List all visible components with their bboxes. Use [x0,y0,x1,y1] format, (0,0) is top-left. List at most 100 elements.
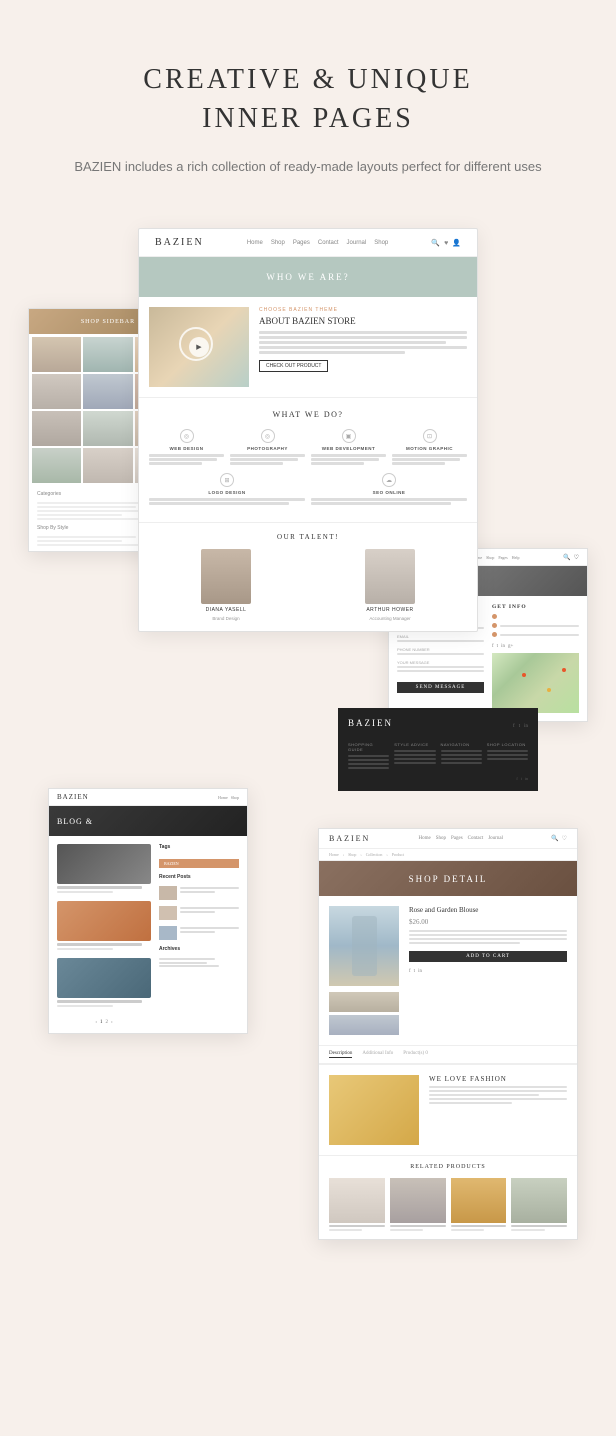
text-line [392,462,445,465]
related-product-price [451,1229,484,1231]
main-title: CREATIVE & UNIQUE INNER PAGES [74,60,541,138]
hero-text: WHO WE ARE? [266,272,349,282]
text-line [159,958,215,960]
talent-name-2: ARTHUR HOWER [366,607,413,613]
web-dev-icon: ▣ [342,429,356,443]
related-product-name [511,1225,567,1227]
get-info-title: GET INFO [492,604,579,610]
cta-button[interactable]: CHECK OUT PRODUCT [259,360,328,372]
related-product-price [511,1229,544,1231]
tab-reviews[interactable]: Product(s) 0 [403,1051,428,1058]
text-line [180,891,215,893]
archives-list [159,958,239,967]
shop-banner-text: SHOP SIDEBAR [81,319,135,325]
list-item [159,926,239,940]
footer-col-item [348,755,389,757]
lorem-lines [259,331,467,354]
about-image: ▶ [149,307,249,387]
footer-col-title: STYLE ADVICE [394,742,435,747]
list-item [511,1178,567,1231]
product-thumbnails [329,906,399,1035]
service-item-web-design: ◎ WEB DESIGN [149,429,224,465]
text-line [311,458,379,461]
footer-col-item [441,754,482,756]
what-we-do-section: WHAT WE DO? ◎ WEB DESIGN ◎ PHOTOGRAPHY [139,397,477,517]
text-line [149,462,202,465]
text-line [180,887,239,889]
shop-detail-nav-icons: 🔍 ♡ [551,835,567,842]
nav-link: Shop [271,240,285,246]
footer-col-item [487,758,528,760]
blog-post-title [57,886,142,889]
footer-social: f t in [513,724,528,729]
product-thumb-2 [329,1015,399,1035]
list-item [32,411,81,446]
related-product-image-3 [451,1178,507,1223]
blog-sidebar: Tags BAZIEN Recent Posts [159,844,239,1025]
related-products-grid [329,1178,567,1231]
service-desc [149,454,224,465]
blog-post-image-3 [57,958,151,998]
text-line [311,454,386,457]
talent-grid: DIANA YASELL Brand Design ARTHUR HOWER A… [149,549,467,621]
product-tabs: Description Additional Info Product(s) 0 [319,1045,577,1064]
about-heading: ABOUT BAZIEN STORE [259,316,467,326]
we-love-text: WE LOVE FASHION [429,1075,567,1145]
recent-post-thumb [159,926,177,940]
text-line [149,454,224,457]
blog-post-title [57,1000,142,1003]
text-line [259,351,405,354]
service-label: LOGO DESIGN [208,490,245,495]
text-line [259,331,467,334]
blog-nav: Home Shop [218,795,239,800]
text-line [230,458,298,461]
orange-dot [492,623,497,628]
field-label-message: YOUR MESSAGE [397,660,484,665]
footer-grid: SHOPPING GUIDE STYLE ADVICE NAVIGATION [348,742,528,771]
text-line [259,341,446,344]
blog-tag-button[interactable]: BAZIEN [159,859,239,868]
about-content: ▶ CHOOSE BAZIEN THEME ABOUT BAZIEN STORE… [139,297,477,397]
recent-post-lines [180,906,239,913]
field-line [397,640,484,642]
motion-icon: ⊡ [423,429,437,443]
list-item [57,958,151,1007]
blog-post-meta [57,1005,113,1007]
contact-field-email: EMAIL [397,634,484,642]
list-item [32,337,81,372]
nav-link: Contact [318,240,339,246]
text-line [259,336,467,339]
blog-post-title [57,943,142,946]
send-message-button[interactable]: SEND MESSAGE [397,682,484,693]
footer-col-title: NAVIGATION [441,742,482,747]
info-row-3 [492,632,579,637]
product-desc [409,930,567,944]
text-line [180,927,239,929]
list-item [159,906,239,920]
talent-section: OUR TALENT! DIANA YASELL Brand Design AR… [139,522,477,631]
footer-col-4: SHOP LOCATION [487,742,528,771]
related-product-image-4 [511,1178,567,1223]
blog-posts: ‹ 1 2 › [57,844,151,1025]
recent-post-thumb [159,906,177,920]
nav-logo: BAZIEN [155,237,204,248]
add-to-cart-button[interactable]: ADD TO CART [409,951,567,962]
info-row-1 [492,614,579,619]
text-line [159,962,207,964]
service-label: SEO ONLINE [373,490,406,495]
service-desc [230,454,305,465]
shop-detail-nav-links: Home Shop Pages Contact Journal [418,836,502,841]
logo-icon: ⊞ [220,473,234,487]
shop-detail-hero: SHOP DETAIL [319,861,577,896]
tab-additional[interactable]: Additional Info [362,1051,393,1058]
contact-nav-icons: 🔍 ♡ [563,554,579,561]
seo-icon: ☁ [382,473,396,487]
service-label: WEB DEVELOPMENT [322,446,376,451]
services-grid-row2: ⊞ LOGO DESIGN ☁ SEO ONLINE [149,473,467,505]
footer-col-title: SHOP LOCATION [487,742,528,747]
contact-field-phone: PHONE NUMBER [397,647,484,655]
list-item [57,844,151,893]
text-line [311,498,467,501]
tab-description[interactable]: Description [329,1051,352,1058]
text-line [159,965,219,967]
